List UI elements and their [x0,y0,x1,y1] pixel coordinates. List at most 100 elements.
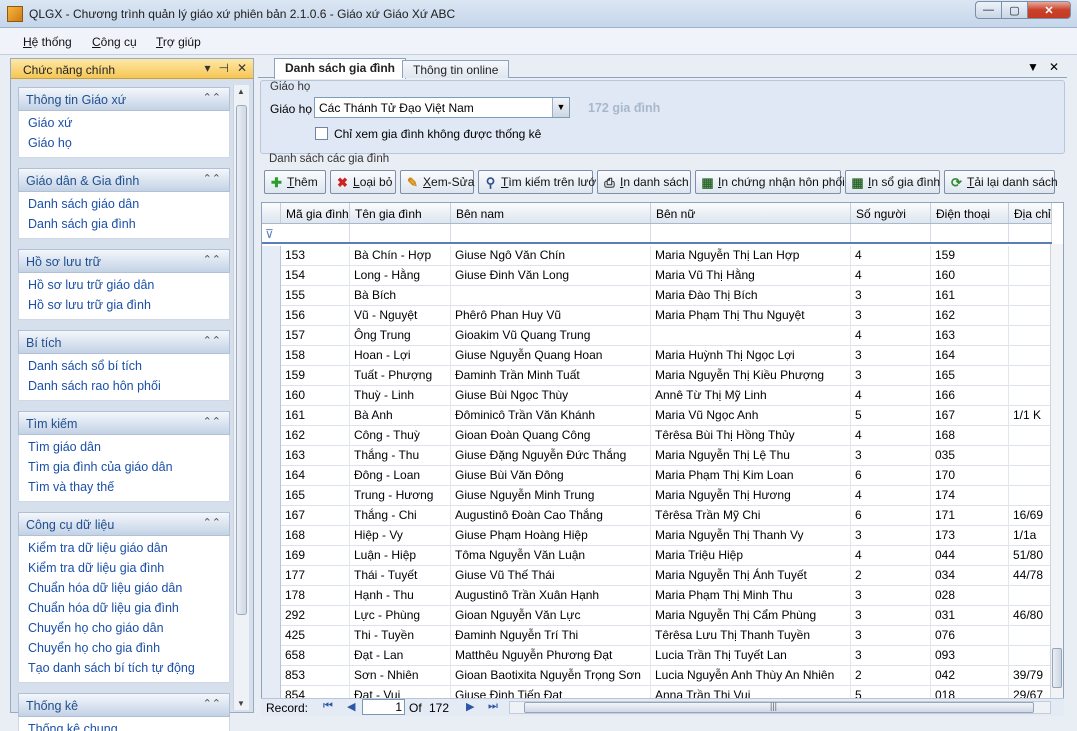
row-selector[interactable] [262,346,281,366]
unstat-checkbox[interactable] [315,127,328,140]
menu-tro-giup[interactable]: Trợ giúp [156,35,201,49]
row-selector[interactable] [262,606,281,626]
next-record-icon[interactable]: ▶ [466,700,474,713]
table-row[interactable]: 292 Lực - Phùng Gioan Nguyễn Văn Lực Maria … [262,606,1052,626]
table-row[interactable]: 167 Thắng - Chi Augustinô Đoàn Cao Thắng Tê… [262,506,1052,526]
row-selector[interactable] [262,566,281,586]
grid-vscroll-thumb[interactable] [1052,648,1062,688]
column-header[interactable]: Bên nữ [651,203,851,223]
collapse-icon[interactable]: ⌃⌃ [203,253,221,266]
row-selector[interactable] [262,286,281,306]
row-selector[interactable] [262,266,281,286]
first-record-icon[interactable]: ⏮ [323,700,333,713]
print-family-button[interactable]: ▦ In sổ gia đình [845,170,940,194]
scroll-up-icon[interactable]: ▲ [237,87,245,96]
reload-button[interactable]: ⟳ Tải lại danh sách [944,170,1058,194]
scroll-thumb[interactable] [236,105,247,615]
pin-icon[interactable]: ⊣ [218,61,228,75]
table-row[interactable]: 178 Hạnh - Thu Augustinô Trần Xuân Hạnh Mar… [262,586,1052,606]
function-link[interactable]: Danh sách rao hôn phối [19,376,229,396]
function-link[interactable]: Danh sách sổ bí tích [19,356,229,376]
table-row[interactable]: 155 Bà Bích Maria Đào Thị Bích 3 161 [262,286,1052,306]
function-link[interactable]: Chuẩn hóa dữ liệu giáo dân [19,578,229,598]
function-link[interactable]: Giáo xứ [19,113,229,133]
column-header[interactable]: Mã gia đình [281,203,350,223]
table-row[interactable]: 164 Đông - Loan Giuse Bùi Văn Đông Maria Ph… [262,466,1052,486]
row-selector[interactable] [262,326,281,346]
tab-online-info[interactable]: Thông tin online [402,60,510,78]
column-header[interactable]: Tên gia đình [350,203,451,223]
function-link[interactable]: Danh sách gia đình [19,214,229,234]
table-row[interactable]: 159 Tuất - Phượng Đaminh Trần Minh Tuất Mar… [262,366,1052,386]
search-button[interactable]: ⚲ Tìm kiếm trên lưới [478,170,599,194]
filter-cell[interactable] [451,224,651,242]
scroll-down-icon[interactable]: ▼ [237,699,245,708]
collapse-icon[interactable]: ⌃⌃ [203,172,221,185]
function-link[interactable]: Kiểm tra dữ liệu giáo dân [19,538,229,558]
function-link[interactable]: Tìm gia đình của giáo dân [19,457,229,477]
row-selector[interactable] [262,486,281,506]
row-selector[interactable] [262,466,281,486]
collapse-icon[interactable]: ⌃⌃ [203,516,221,529]
print-marriage-button[interactable]: ▦ In chứng nhận hôn phối [695,170,845,194]
column-header[interactable]: Số người [851,203,931,223]
table-row[interactable]: 177 Thái - Tuyết Giuse Vũ Thế Thái Maria Ng… [262,566,1052,586]
table-row[interactable]: 168 Hiệp - Vy Giuse Phạm Hoàng Hiệp Maria N… [262,526,1052,546]
group-header[interactable]: Công cụ dữ liệu ⌃⌃ [18,512,230,536]
function-link[interactable]: Chuẩn hóa dữ liệu gia đình [19,598,229,618]
unstat-checkbox-label[interactable]: Chỉ xem gia đình không được thống kê [334,127,541,141]
group-header[interactable]: Tìm kiếm ⌃⌃ [18,411,230,435]
function-link[interactable]: Hồ sơ lưu trữ giáo dân [19,275,229,295]
minimize-button[interactable]: — [975,1,1001,19]
column-header[interactable]: Địa chỉ [1009,203,1052,223]
delete-button[interactable]: ✖ Loại bỏ [330,170,396,194]
tab-family-list[interactable]: Danh sách gia đình [274,58,407,79]
row-selector[interactable] [262,506,281,526]
grid-vscroll[interactable] [1050,244,1063,699]
table-row[interactable]: 162 Công - Thuỳ Gioan Đoàn Quang Công Têrês… [262,426,1052,446]
collapse-icon[interactable]: ⌃⌃ [203,91,221,104]
row-selector[interactable] [262,406,281,426]
filter-cell[interactable] [651,224,851,242]
group-header[interactable]: Giáo dân & Gia đình ⌃⌃ [18,168,230,192]
function-link[interactable]: Chuyển họ cho gia đình [19,638,229,658]
grid-hscroll-thumb[interactable]: ||| [524,701,1034,713]
collapse-icon[interactable]: ⌃⌃ [203,697,221,710]
group-header[interactable]: Bí tích ⌃⌃ [18,330,230,354]
grid-hscroll[interactable]: ||| [509,701,1051,714]
collapse-icon[interactable]: ⌃⌃ [203,334,221,347]
chevron-down-icon[interactable]: ▼ [552,98,569,117]
row-selector[interactable] [262,446,281,466]
panel-close-icon[interactable]: ✕ [237,61,247,75]
group-header[interactable]: Thống kê ⌃⌃ [18,693,230,717]
print-list-button[interactable]: ⎙ In danh sách [597,170,691,194]
table-row[interactable]: 153 Bà Chín - Hợp Giuse Ngô Văn Chín Maria … [262,246,1052,266]
tab-close-icon[interactable]: ✕ [1049,60,1059,74]
prev-record-icon[interactable]: ◀ [347,700,355,713]
last-record-icon[interactable]: ⏭ [488,700,498,713]
close-button[interactable]: ✕ [1027,1,1071,19]
filter-cell[interactable] [1009,224,1052,242]
row-selector[interactable] [262,646,281,666]
table-row[interactable]: 158 Hoan - Lợi Giuse Nguyễn Quang Hoan Mari… [262,346,1052,366]
function-link[interactable]: Hồ sơ lưu trữ gia đình [19,295,229,315]
row-selector[interactable] [262,366,281,386]
function-link[interactable]: Giáo họ [19,133,229,153]
table-row[interactable]: 154 Long - Hằng Giuse Đinh Văn Long Maria V… [262,266,1052,286]
function-link[interactable]: Tìm giáo dân [19,437,229,457]
menu-cong-cu[interactable]: Công cụ [92,35,137,49]
row-selector[interactable] [262,666,281,686]
panel-scrollbar[interactable]: ▲ ▼ [233,85,249,710]
function-link[interactable]: Chuyển họ cho giáo dân [19,618,229,638]
edit-button[interactable]: ✎ Xem-Sửa [400,170,474,194]
table-row[interactable]: 161 Bà Anh Đôminicô Trần Văn Khánh Maria Vũ… [262,406,1052,426]
row-selector[interactable] [262,246,281,266]
group-header[interactable]: Thông tin Giáo xứ ⌃⌃ [18,87,230,111]
menu-he-thong[interactable]: Hệ thống [23,35,72,49]
table-row[interactable]: 160 Thuỳ - Linh Giuse Bùi Ngọc Thùy Annê Từ… [262,386,1052,406]
row-selector[interactable] [262,626,281,646]
panel-dropdown-icon[interactable]: ▾ [204,61,210,75]
function-link[interactable]: Thống kê chung [19,719,229,731]
row-selector[interactable] [262,386,281,406]
table-row[interactable]: 157 Ông Trung Gioakim Vũ Quang Trung 4 163 [262,326,1052,346]
